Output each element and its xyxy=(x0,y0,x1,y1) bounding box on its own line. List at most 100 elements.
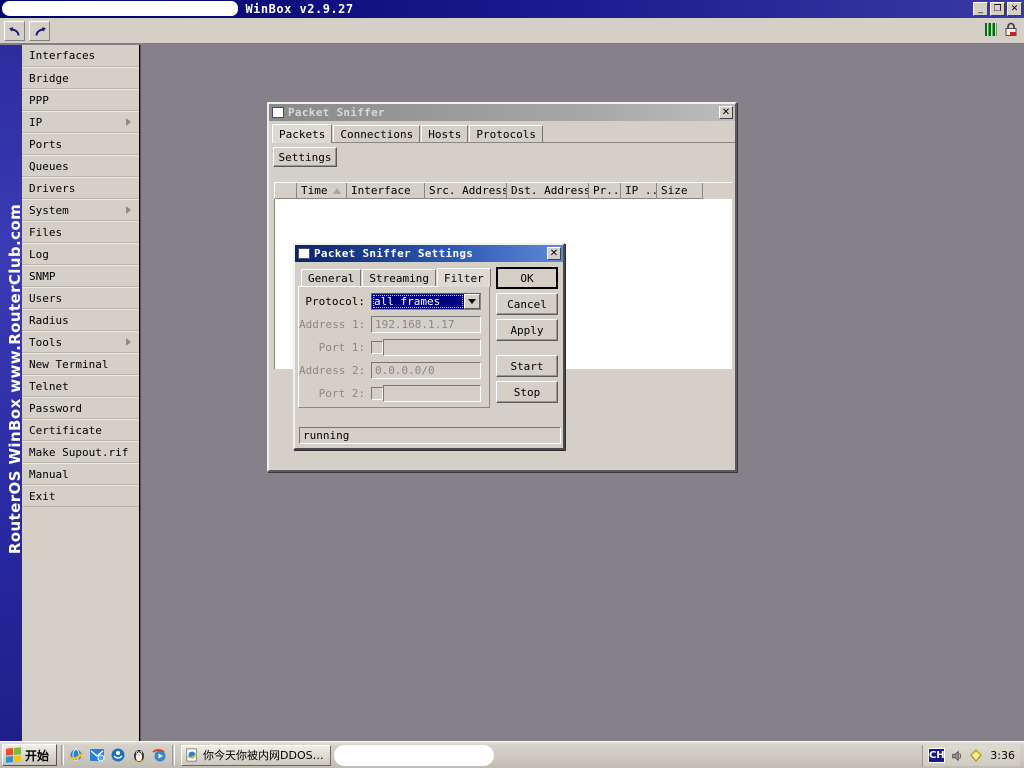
settings-dialog-tabstrip: General Streaming Filter xyxy=(301,268,491,287)
sidebar-item-log[interactable]: Log xyxy=(22,243,139,265)
sidebar-item-ports[interactable]: Ports xyxy=(22,133,139,155)
shield-icon[interactable] xyxy=(969,748,983,763)
packet-sniffer-close-button[interactable]: ✕ xyxy=(719,106,733,119)
cancel-button[interactable]: Cancel xyxy=(496,293,558,315)
sidebar-item-label: Make Supout.rif xyxy=(29,445,129,459)
sidebar-item-ip[interactable]: IP xyxy=(22,111,139,133)
sidebar-item-certificate[interactable]: Certificate xyxy=(22,419,139,441)
sidebar-item-snmp[interactable]: SNMP xyxy=(22,265,139,287)
language-indicator[interactable]: CH xyxy=(928,748,946,763)
port2-checkbox[interactable] xyxy=(371,386,383,400)
volume-icon[interactable] xyxy=(950,749,964,763)
start-button[interactable]: Start xyxy=(496,355,558,377)
settings-tab-streaming[interactable]: Streaming xyxy=(362,269,436,286)
sidebar-item-label: Tools xyxy=(29,335,63,349)
sidebar-item-exit[interactable]: Exit xyxy=(22,485,139,507)
task-internet-explorer-icon xyxy=(185,748,199,762)
sidebar-item-manual[interactable]: Manual xyxy=(22,463,139,485)
outlook-express-icon[interactable] xyxy=(89,747,105,763)
sidebar-item-label: Manual xyxy=(29,467,69,481)
taskbar-task-label: 你今天你被内网DDOS… xyxy=(203,749,324,762)
close-button[interactable]: ✕ xyxy=(1007,2,1022,16)
tab-connections[interactable]: Connections xyxy=(333,125,421,142)
column-header-dstaddress[interactable]: Dst. Address xyxy=(507,183,589,199)
column-header-size[interactable]: Size xyxy=(657,183,703,199)
sidebar-item-interfaces[interactable]: Interfaces xyxy=(22,45,139,67)
column-header-blank[interactable] xyxy=(275,183,297,199)
port1-label: Port 1: xyxy=(318,340,365,354)
column-header-srcaddress[interactable]: Src. Address xyxy=(425,183,507,199)
sidebar-item-files[interactable]: Files xyxy=(22,221,139,243)
redo-button[interactable] xyxy=(29,21,50,41)
apply-button[interactable]: Apply xyxy=(496,319,558,341)
settings-dialog-body: General Streaming Filter Protocol: all fram… xyxy=(298,265,562,425)
chevron-right-icon xyxy=(126,338,131,346)
media-player-icon[interactable] xyxy=(152,747,168,763)
port1-checkbox[interactable] xyxy=(371,340,383,354)
msn-messenger-icon[interactable] xyxy=(110,747,126,763)
start-button[interactable]: 开始 xyxy=(2,744,58,766)
chevron-right-icon xyxy=(126,118,131,126)
settings-dialog-icon xyxy=(298,248,310,259)
column-header-interface[interactable]: Interface xyxy=(347,183,425,199)
sidebar-item-ppp[interactable]: PPP xyxy=(22,89,139,111)
port2-input[interactable] xyxy=(383,384,481,402)
system-tray: CH 3:36 xyxy=(922,745,1020,766)
field-row-protocol: Protocol: all frames xyxy=(299,292,481,310)
sidebar-item-tools[interactable]: Tools xyxy=(22,331,139,353)
restore-button[interactable]: ❐ xyxy=(990,2,1005,16)
internet-explorer-icon[interactable] xyxy=(68,747,84,763)
stop-button[interactable]: Stop xyxy=(496,381,558,403)
column-header-ip[interactable]: IP ... xyxy=(621,183,657,199)
windows-logo-icon xyxy=(6,747,21,763)
sidebar-item-system[interactable]: System xyxy=(22,199,139,221)
taskbar-task-button-redacted[interactable] xyxy=(333,744,494,766)
protocol-label: Protocol: xyxy=(305,294,365,308)
sidebar-item-label: Files xyxy=(29,225,63,239)
settings-dialog-title-text: Packet Sniffer Settings xyxy=(314,247,474,260)
signal-bars-icon[interactable] xyxy=(984,22,998,40)
packet-sniffer-window: Packet Sniffer ✕ Packets Connections Hosts… xyxy=(267,102,737,472)
title-redaction-overlay xyxy=(2,1,238,16)
tab-hosts[interactable]: Hosts xyxy=(421,125,469,142)
protocol-combobox[interactable]: all frames xyxy=(371,292,481,310)
sidebar-item-drivers[interactable]: Drivers xyxy=(22,177,139,199)
sidebar-item-bridge[interactable]: Bridge xyxy=(22,67,139,89)
chevron-down-icon[interactable] xyxy=(464,293,480,309)
sidebar-item-label: Certificate xyxy=(29,423,102,437)
ok-button[interactable]: OK xyxy=(496,267,558,289)
minimize-button[interactable]: _ xyxy=(973,2,988,16)
protocol-value[interactable]: all frames xyxy=(372,293,464,309)
taskbar-task-button[interactable]: 你今天你被内网DDOS… xyxy=(181,744,331,766)
settings-dialog-close-button[interactable]: ✕ xyxy=(547,247,561,260)
sidebar-item-telnet[interactable]: Telnet xyxy=(22,375,139,397)
field-row-address1: Address 1: 192.168.1.17 xyxy=(299,315,481,333)
port1-input[interactable] xyxy=(383,338,481,356)
sidebar-item-label: Interfaces xyxy=(29,49,96,62)
settings-button[interactable]: Settings xyxy=(273,147,337,167)
window-controls: _ ❐ ✕ xyxy=(973,2,1022,16)
sidebar-item-make-supout-rif[interactable]: Make Supout.rif xyxy=(22,441,139,463)
undo-button[interactable] xyxy=(4,21,25,41)
padlock-icon[interactable] xyxy=(1004,22,1018,40)
tab-protocols[interactable]: Protocols xyxy=(469,125,543,142)
address1-label: Address 1: xyxy=(299,317,366,331)
sidebar-item-radius[interactable]: Radius xyxy=(22,309,139,331)
main-toolbar xyxy=(0,18,1024,44)
column-header-pr[interactable]: Pr... xyxy=(589,183,621,199)
settings-tab-general[interactable]: General xyxy=(301,269,362,286)
sidebar-item-users[interactable]: Users xyxy=(22,287,139,309)
sidebar-item-new-terminal[interactable]: New Terminal xyxy=(22,353,139,375)
window-title-text: - WinBox v2.9.27 xyxy=(230,2,354,16)
tab-packets[interactable]: Packets xyxy=(272,124,333,143)
settings-tab-filter[interactable]: Filter xyxy=(436,268,491,287)
column-header-time[interactable]: Time xyxy=(297,183,347,199)
packet-sniffer-tabstrip: Packets Connections Hosts Protocols xyxy=(272,124,735,143)
sidebar-item-label: IP xyxy=(29,115,43,129)
sidebar-item-password[interactable]: Password xyxy=(22,397,139,419)
sidebar-item-queues[interactable]: Queues xyxy=(22,155,139,177)
button-group-gap xyxy=(496,345,560,355)
address1-input[interactable]: 192.168.1.17 xyxy=(371,315,481,333)
address2-input[interactable]: 0.0.0.0/0 xyxy=(371,361,481,379)
qq-penguin-icon[interactable] xyxy=(131,747,147,763)
